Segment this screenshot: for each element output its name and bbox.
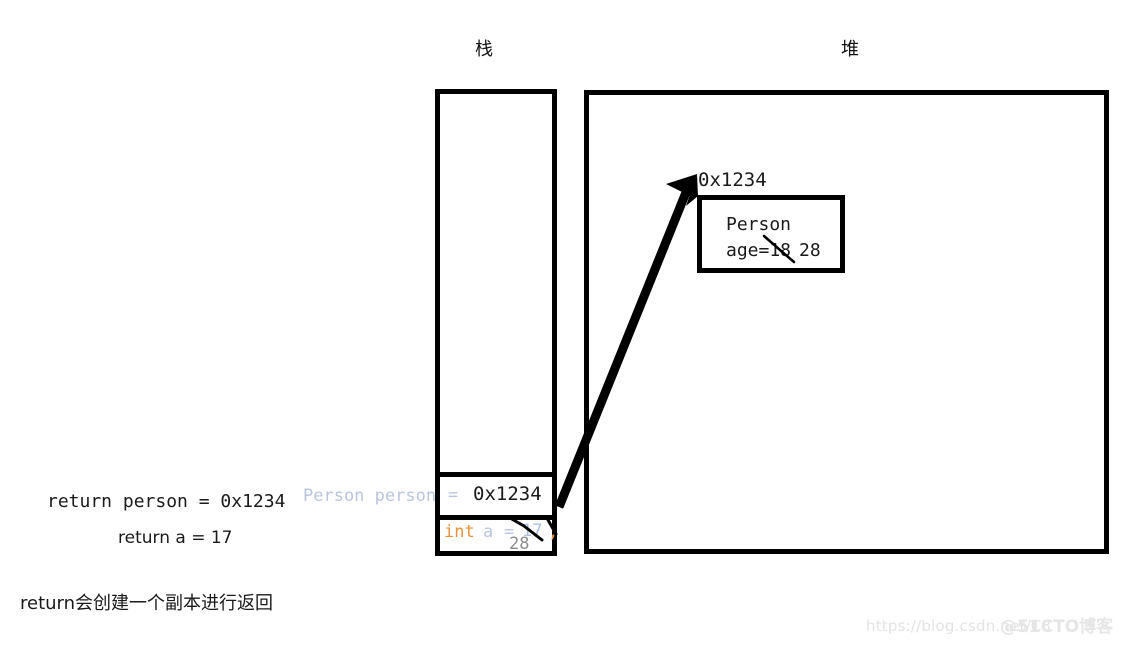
diagram-canvas: 栈 堆 = 0x1234 Person person int a = 17 ; … — [0, 0, 1130, 645]
cto-watermark: @51CTO博客 — [1000, 617, 1114, 637]
